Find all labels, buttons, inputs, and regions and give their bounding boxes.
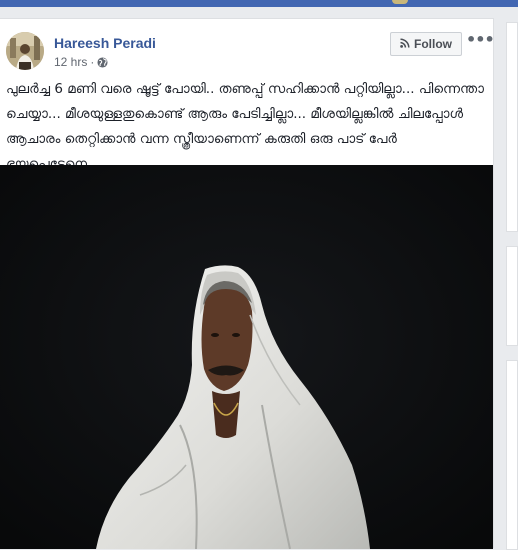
avatar-image <box>6 32 44 70</box>
avatar[interactable] <box>6 32 44 70</box>
post-text: പുലർച്ച 6 മണി വരെ ഷൂട്ട് പോയി.. തണുപ്പ് … <box>6 81 484 172</box>
rss-icon <box>400 37 410 51</box>
top-navigation-bar <box>0 0 518 7</box>
post-meta: 12 hrs · <box>54 55 108 69</box>
post-photo[interactable] <box>0 165 493 549</box>
right-column-card <box>506 22 518 232</box>
post-timestamp[interactable]: 12 hrs <box>54 55 87 69</box>
author-name-link[interactable]: Hareesh Peradi <box>54 35 156 51</box>
nav-avatar-edge[interactable] <box>392 0 408 4</box>
right-column-card <box>506 246 518 346</box>
globe-icon[interactable] <box>97 56 108 68</box>
follow-button[interactable]: Follow <box>390 32 462 56</box>
right-column-card <box>506 360 518 550</box>
meta-separator: · <box>90 55 95 69</box>
photo-image <box>0 165 493 549</box>
follow-button-label: Follow <box>414 37 452 51</box>
more-dots-icon[interactable]: ••• <box>466 32 495 51</box>
feed-post: Hareesh Peradi 12 hrs · Follow ••• പുലർച… <box>0 18 495 549</box>
